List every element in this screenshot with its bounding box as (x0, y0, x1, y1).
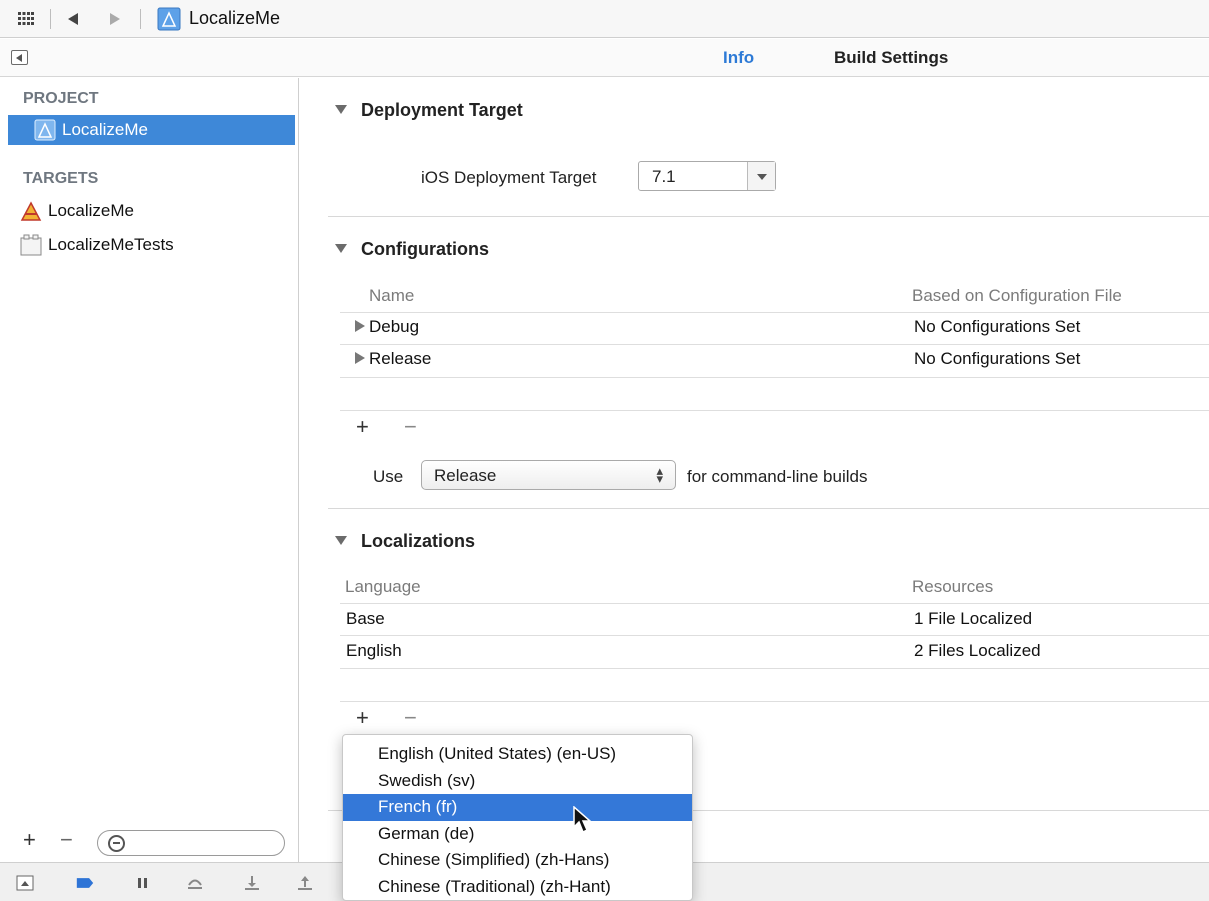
table-divider (340, 701, 1209, 702)
pause-icon[interactable] (134, 875, 152, 891)
tab-info[interactable]: Info (723, 48, 754, 68)
deployment-target-combo[interactable]: 7.1 (638, 161, 776, 191)
sidebar-item-label: LocalizeMe (48, 201, 134, 220)
localization-language[interactable]: Base (346, 609, 385, 629)
sidebar-footer: + − (0, 827, 299, 861)
table-divider (340, 635, 1209, 636)
deployment-target-value[interactable]: 7.1 (652, 167, 676, 187)
table-divider (340, 312, 1209, 313)
menu-item-language[interactable]: German (de) (343, 821, 692, 848)
section-title: Deployment Target (361, 100, 523, 120)
config-file-value[interactable]: No Configurations Set (914, 349, 1080, 369)
add-target-button[interactable]: + (23, 827, 36, 853)
hide-debug-area-icon[interactable] (16, 875, 34, 891)
sidebar-item-label: LocalizeMe (62, 120, 148, 139)
localization-resources[interactable]: 1 File Localized (914, 609, 1032, 629)
disclosure-triangle-icon[interactable] (355, 320, 365, 332)
config-name: Release (369, 349, 432, 368)
config-name: Debug (369, 317, 420, 336)
column-header-config-file[interactable]: Based on Configuration File (912, 286, 1122, 306)
step-over-icon[interactable] (186, 875, 204, 891)
menu-item-language[interactable]: Swedish (sv) (343, 768, 692, 795)
add-configuration-button[interactable]: + (356, 414, 369, 440)
step-out-icon[interactable] (296, 875, 314, 891)
deployment-section-header[interactable]: Deployment Target (335, 100, 523, 121)
filter-field[interactable] (97, 830, 285, 856)
back-arrow-icon[interactable] (66, 11, 80, 27)
column-header-language[interactable]: Language (345, 577, 421, 597)
recent-filter-icon[interactable] (108, 835, 125, 852)
command-line-config-select[interactable]: Release ▴ ▾ (421, 460, 676, 490)
disclosure-triangle-icon[interactable] (335, 105, 347, 114)
disclosure-triangle-icon[interactable] (355, 352, 365, 364)
column-header-resources[interactable]: Resources (912, 577, 993, 597)
configurations-section-header[interactable]: Configurations (335, 239, 489, 260)
table-divider (340, 603, 1209, 604)
navigation-bar: LocalizeMe (0, 0, 1209, 38)
project-target-sidebar: PROJECT LocalizeMe TARGETS LocalizeMe Lo… (0, 78, 299, 901)
project-heading: PROJECT (23, 90, 99, 107)
remove-target-button[interactable]: − (60, 827, 73, 853)
deployment-target-label: iOS Deployment Target (421, 168, 597, 187)
use-label: Use (373, 467, 404, 486)
step-into-icon[interactable] (243, 875, 261, 891)
section-title: Configurations (361, 239, 489, 259)
breakpoints-icon[interactable] (76, 875, 94, 891)
localizations-section-header[interactable]: Localizations (335, 531, 475, 552)
sidebar-item-target-tests[interactable]: LocalizeMeTests (20, 230, 174, 260)
project-icon (157, 7, 181, 31)
divider (140, 9, 141, 29)
sidebar-item-project[interactable]: LocalizeMe (8, 115, 295, 145)
table-divider (340, 344, 1209, 345)
chevron-down-icon[interactable] (747, 162, 775, 190)
app-target-icon (20, 201, 42, 221)
disclosure-triangle-icon[interactable] (335, 536, 347, 545)
table-divider (340, 668, 1209, 669)
disclosure-triangle-icon[interactable] (335, 244, 347, 253)
editor-tab-bar: Info Build Settings (0, 39, 1209, 77)
grid-icon[interactable] (18, 12, 34, 25)
test-bundle-icon (20, 234, 42, 256)
remove-localization-button[interactable]: − (404, 705, 417, 731)
tab-build-settings[interactable]: Build Settings (834, 48, 948, 68)
localization-resources[interactable]: 2 Files Localized (914, 641, 1041, 661)
column-header-name[interactable]: Name (369, 286, 414, 306)
breadcrumb-project-title[interactable]: LocalizeMe (189, 8, 280, 29)
add-language-menu: English (United States) (en-US) Swedish … (342, 734, 693, 901)
add-localization-button[interactable]: + (356, 705, 369, 731)
menu-item-language[interactable]: English (United States) (en-US) (343, 741, 692, 768)
section-divider (328, 508, 1209, 509)
forward-arrow-icon[interactable] (108, 11, 122, 27)
sidebar-item-target-app[interactable]: LocalizeMe (20, 196, 134, 226)
remove-configuration-button[interactable]: − (404, 414, 417, 440)
up-down-arrows-icon: ▴ ▾ (656, 463, 663, 486)
mouse-cursor-icon (573, 806, 592, 834)
localization-language[interactable]: English (346, 641, 402, 661)
table-row[interactable]: Release (355, 349, 431, 369)
section-divider (328, 216, 1209, 217)
section-title: Localizations (361, 531, 476, 551)
menu-item-language[interactable]: Chinese (Traditional) (zh-Hant) (343, 874, 692, 901)
config-file-value[interactable]: No Configurations Set (914, 317, 1080, 337)
table-row[interactable]: Debug (355, 317, 419, 337)
divider (50, 9, 51, 29)
menu-item-language-selected[interactable]: French (fr) (343, 794, 692, 821)
table-divider (340, 377, 1209, 378)
menu-item-language[interactable]: Chinese (Simplified) (zh-Hans) (343, 847, 692, 874)
selected-config: Release (434, 466, 497, 485)
sidebar-item-label: LocalizeMeTests (48, 235, 174, 254)
command-line-label: for command-line builds (687, 467, 868, 486)
table-divider (340, 410, 1209, 411)
project-icon (34, 119, 56, 141)
sidebar-toggle-icon[interactable] (11, 50, 28, 65)
targets-heading: TARGETS (23, 170, 99, 187)
